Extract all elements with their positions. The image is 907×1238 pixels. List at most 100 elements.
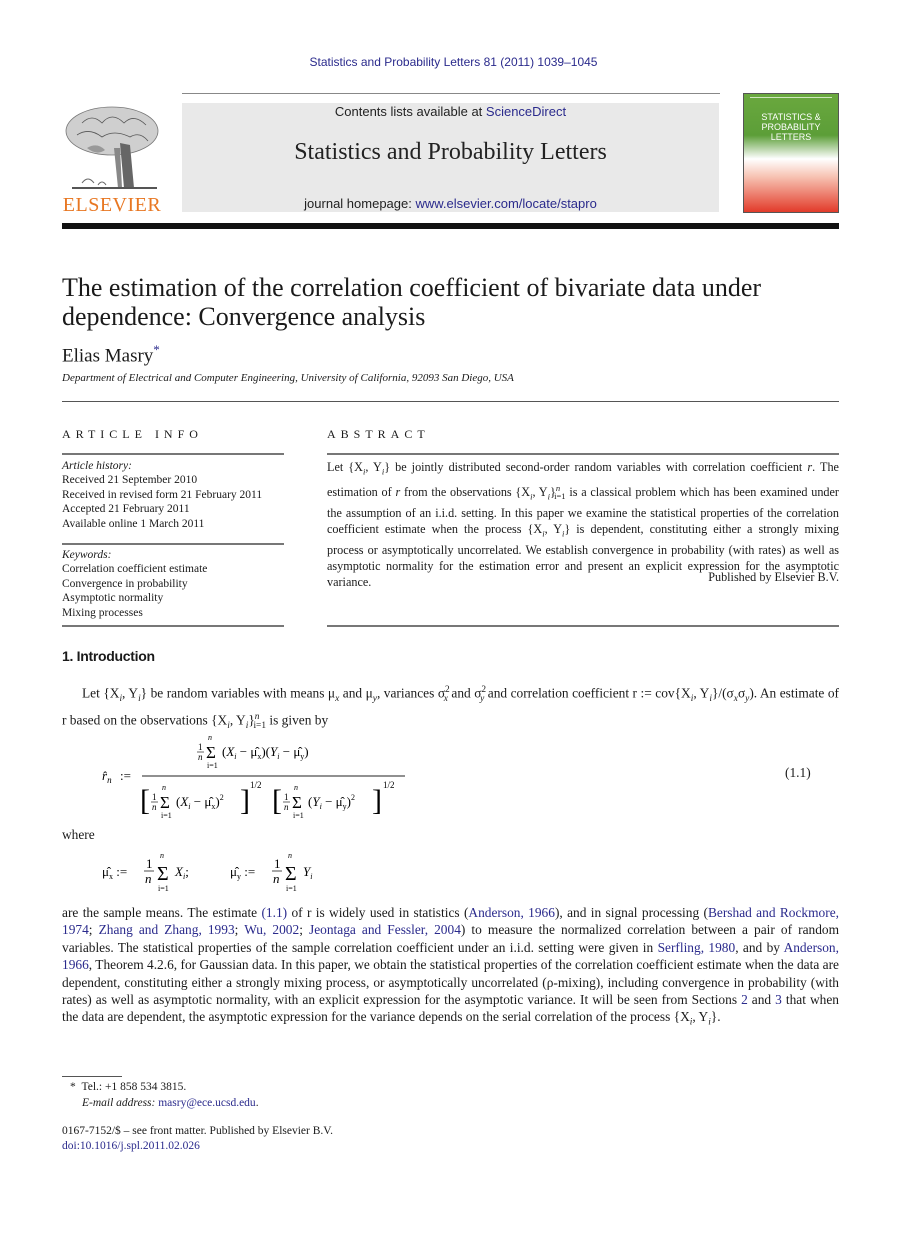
text-run: is given by [266,712,329,728]
svg-text:i=1: i=1 [161,811,172,820]
footnote-email: E-mail address: masry@ece.ucsd.edu. [82,1097,259,1109]
doi-link[interactable]: doi:10.1016/j.spl.2011.02.026 [62,1140,200,1152]
svg-text::=: := [120,768,131,783]
equation-1-1: r̂n := 1 n n Σ i=1 (Xi − μ̂x)(Yi − μ̂y) [… [100,732,420,822]
tel-text: Tel.: +1 858 534 3815. [81,1081,187,1093]
citation-link[interactable]: Wu, 2002 [244,922,299,937]
text-run: , Theorem 4.2.6, for Gaussian data. In t… [62,957,839,1008]
equation-ref-link[interactable]: (1.1) [261,905,287,920]
section-heading-introduction: 1. Introduction [62,648,155,664]
journal-homepage-link[interactable]: www.elsevier.com/locate/stapro [415,196,596,211]
divider [62,401,839,402]
equation-number: (1.1) [785,765,811,780]
text-run: } be jointly distributed second-order ra… [384,460,808,474]
keyword: Correlation coefficient estimate [62,563,208,576]
intro-paragraph-2: are the sample means. The estimate (1.1)… [62,905,840,1029]
text-run: and [747,992,776,1008]
divider [327,625,839,627]
keyword: Mixing processes [62,606,143,619]
published-by: Published by Elsevier B.V. [708,570,839,584]
text-run: , variances σ [376,685,446,701]
svg-text:1/2: 1/2 [250,780,262,790]
history-item: Received 21 September 2010 [62,474,198,487]
svg-text:Σ: Σ [285,863,297,885]
svg-text:n: n [162,783,166,792]
sample-means-equation: μ̂x := 1n n Σ i=1 Xi; μ̂y := 1n n Σ i=1 … [100,846,340,894]
keywords-label: Keywords: [62,549,112,561]
author-name: Elias Masry [62,345,154,367]
cover-title-line: LETTERS [770,132,812,142]
svg-text:Σ: Σ [160,793,170,812]
contents-line: Contents lists available at ScienceDirec… [182,104,719,119]
text-run: are the sample means. The estimate [62,905,262,920]
header-rule [182,93,720,94]
email-label: E-mail address: [82,1097,159,1109]
svg-text:Σ: Σ [292,793,302,812]
text-run: from the observations {X [400,484,531,499]
divider [62,453,284,455]
svg-text:Σ: Σ [206,743,216,762]
svg-text:]: ] [240,784,250,817]
citation-link[interactable]: Jeontaga and Fessler, 2004 [309,922,461,937]
svg-text:(Yi − μ̂y)2: (Yi − μ̂y)2 [308,793,355,811]
svg-text:μ̂y :=: μ̂y := [230,864,255,881]
text-run: ), and in signal processing ( [554,905,708,920]
cover-title: STATISTICS & PROBABILITY LETTERS [743,112,839,142]
history-item: Accepted 21 February 2011 [62,503,190,516]
author: Elias Masry* [62,342,160,367]
text-run: and σ [447,685,482,701]
cover-title-line: PROBABILITY [761,122,821,132]
article-title: The estimation of the correlation coeffi… [62,273,842,331]
svg-text:r̂n: r̂n [102,768,112,785]
homepage-line: journal homepage: www.elsevier.com/locat… [182,196,719,211]
keyword: Asymptotic normality [62,592,164,605]
text-run: } be random variables with means μ [140,685,336,701]
svg-text:]: ] [372,784,382,817]
title-line: The estimation of the correlation coeffi… [62,273,762,302]
svg-text:1: 1 [146,856,153,871]
section-ref-link[interactable]: 2 [741,992,748,1007]
abstract-heading: ABSTRACT [327,427,430,441]
svg-text:(Xi − μ̂x)2: (Xi − μ̂x)2 [176,793,224,811]
svg-text:i=1: i=1 [286,884,297,893]
footnote-mark: * [70,1081,76,1093]
text-run: }/(σ [711,685,734,701]
svg-text:Σ: Σ [157,863,169,885]
history-item: Available online 1 March 2011 [62,517,205,530]
svg-text:n: n [152,802,157,812]
svg-text:(Xi − μ̂x)(Yi − μ̂y): (Xi − μ̂x)(Yi − μ̂y) [222,744,309,761]
keyword: Convergence in probability [62,577,188,590]
text-run: , and by [735,939,784,955]
svg-text:n: n [288,851,292,860]
svg-text:[: [ [272,784,282,817]
text-run: Let {X [327,460,363,474]
article-info-heading: ARTICLE INFO [62,427,203,441]
svg-text:n: n [160,851,164,860]
journal-name: Statistics and Probability Letters [294,139,607,165]
svg-text:n: n [208,733,212,742]
title-line: dependence: Convergence analysis [62,302,426,331]
email-link[interactable]: masry@ece.ucsd.edu [158,1097,255,1109]
text-run: of r is widely used in statistics ( [287,905,469,920]
section-ref-link[interactable]: 3 [775,992,782,1007]
author-footnote-mark[interactable]: * [153,342,160,357]
svg-text:1: 1 [284,792,289,802]
contents-prefix: Contents lists available at [334,104,486,119]
text-run: , Y [532,484,548,499]
sciencedirect-link[interactable]: ScienceDirect [486,104,566,119]
keywords: Keywords: Correlation coefficient estima… [62,548,207,620]
svg-text:i=1: i=1 [207,761,218,770]
affiliation: Department of Electrical and Computer En… [62,372,514,384]
journal-citation-link[interactable]: Statistics and Probability Letters 81 (2… [0,55,907,69]
citation-link[interactable]: Anderson, 1966 [468,905,555,920]
svg-text:n: n [273,871,280,886]
divider [62,625,284,627]
journal-cover-thumbnail[interactable] [743,93,839,213]
citation-link[interactable]: Serfling, 1980 [658,940,736,955]
footnote-tel: * Tel.: +1 858 534 3815. [70,1081,186,1093]
svg-text:1/2: 1/2 [383,780,395,790]
svg-text:i=1: i=1 [293,811,304,820]
svg-text:n: n [198,752,203,762]
svg-text:i=1: i=1 [158,884,169,893]
citation-link[interactable]: Zhang and Zhang, 1993 [99,922,235,937]
